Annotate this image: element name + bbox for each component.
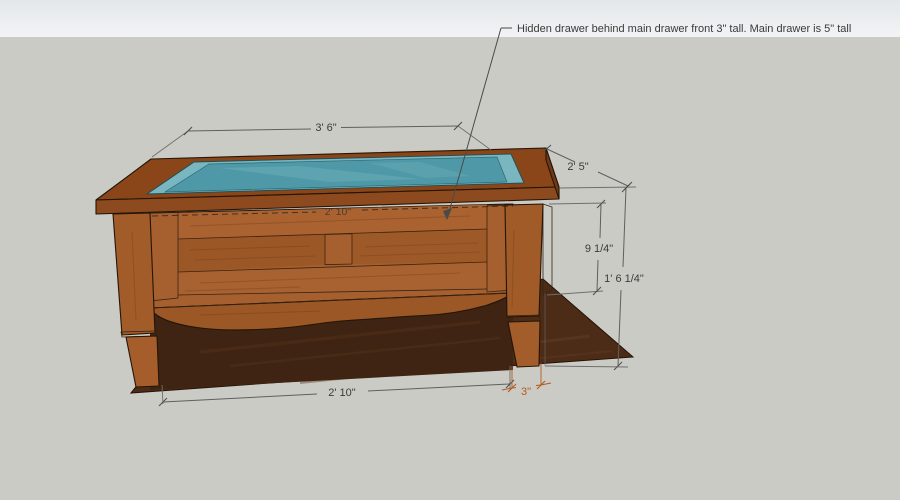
dimension-label: 3" bbox=[521, 386, 531, 398]
dimension-label: 9 1/4" bbox=[585, 243, 613, 255]
dimension-label: 1' 6 1/4" bbox=[604, 273, 644, 285]
modeling-viewport[interactable]: 2' 10" 3' 6" 2' 5" 9 1/4" 1' 6 1/4" 2' 1… bbox=[0, 0, 900, 500]
dimension-label: 3' 6" bbox=[315, 122, 336, 134]
dimension-label: 2' 5" bbox=[567, 161, 588, 173]
dimension-label: 2' 10" bbox=[325, 206, 351, 218]
callout-text: Hidden drawer behind main drawer front 3… bbox=[517, 23, 851, 35]
viewport-canvas[interactable]: 2' 10" 3' 6" 2' 5" 9 1/4" 1' 6 1/4" 2' 1… bbox=[0, 0, 900, 500]
dimension-label: 2' 10" bbox=[328, 387, 356, 399]
